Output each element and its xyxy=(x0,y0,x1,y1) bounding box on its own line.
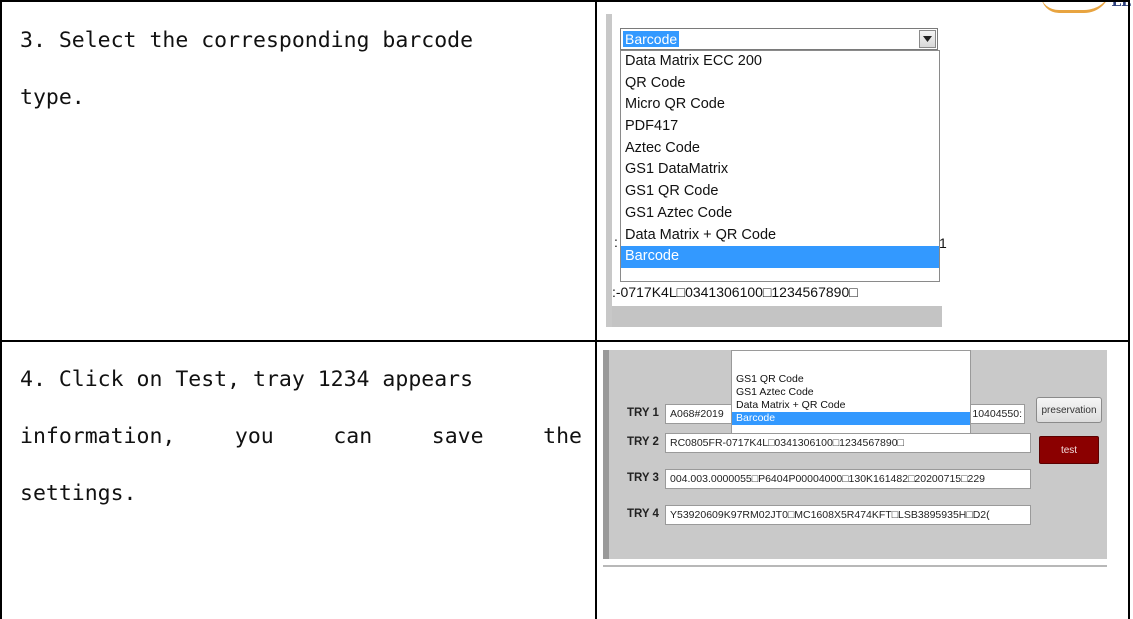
window-edge xyxy=(606,14,612,327)
try-3-field[interactable]: 004.003.0000055□P6404P00004000□130K16148… xyxy=(665,469,1031,489)
try-1-value: A068#2019 xyxy=(670,408,724,420)
try-1-label: TRY 1 xyxy=(627,407,659,419)
list-item[interactable]: GS1 QR Code xyxy=(621,181,939,203)
list-item[interactable]: PDF417 xyxy=(621,116,939,138)
try-1-value-right: 10404550: xyxy=(972,408,1022,420)
combobox-value: Barcode xyxy=(623,31,680,47)
chevron-down-icon[interactable] xyxy=(919,30,936,48)
list-item[interactable]: GS1 Aztec Code xyxy=(621,203,939,225)
barcode-type-combobox[interactable]: Barcode xyxy=(620,28,938,50)
decoded-result-text: :-0717K4L□0341306100□1234567890□ xyxy=(612,284,858,300)
try-4-label: TRY 4 xyxy=(627,508,659,520)
list-item-selected[interactable]: Barcode xyxy=(732,412,970,425)
list-item[interactable]: Aztec Code xyxy=(621,138,939,160)
step-3-line-1: 3. Select the corresponding barcode xyxy=(20,28,474,53)
step-4-instruction: 4. Click on Test, tray 1234 appears info… xyxy=(20,351,592,522)
list-item-selected[interactable]: Barcode xyxy=(621,246,939,268)
try-4-field[interactable]: Y53920609K97RM02JT0□MC1608X5R474KFT□LSB3… xyxy=(665,505,1031,525)
justified-word: you xyxy=(234,424,274,449)
table-column-divider xyxy=(595,0,597,619)
list-item[interactable]: QR Code xyxy=(621,73,939,95)
preservation-button[interactable]: preservation xyxy=(1036,397,1102,423)
list-item[interactable]: Data Matrix + QR Code xyxy=(621,225,939,247)
step-3-instruction: 3. Select the corresponding barcode type… xyxy=(20,12,592,126)
step-3-line-2: type. xyxy=(20,85,85,110)
step-4-line-1: 4. Click on Test, tray 1234 appears xyxy=(20,367,474,392)
table-border-top xyxy=(0,0,1130,2)
table-border-right xyxy=(1128,0,1130,619)
barcode-type-listbox[interactable]: GS1 QR Code GS1 Aztec Code Data Matrix +… xyxy=(731,350,971,434)
list-item[interactable]: Data Matrix + QR Code xyxy=(732,399,970,412)
barcode-dropdown-screenshot: : 1 Barcode Data Matrix ECC 200 QR Code … xyxy=(606,14,947,327)
list-item[interactable]: Micro QR Code xyxy=(621,94,939,116)
justified-word: save xyxy=(431,424,484,449)
test-button[interactable]: test xyxy=(1039,436,1099,464)
barcode-type-listbox[interactable]: Data Matrix ECC 200 QR Code Micro QR Cod… xyxy=(620,50,940,282)
step-4-line-2: information, you can save the xyxy=(20,408,582,465)
try-results-screenshot: TRY 1 A068#2019 10404550: TRY 2 RC0805FR… xyxy=(603,350,1107,559)
list-item[interactable]: Data Matrix ECC 200 xyxy=(621,51,939,73)
try-2-field[interactable]: RC0805FR-0717K4L□0341306100□1234567890□ xyxy=(665,433,1031,453)
step-4-line-3: settings. xyxy=(20,481,137,506)
window-bottom-strip xyxy=(612,306,942,327)
list-item[interactable]: GS1 DataMatrix xyxy=(621,159,939,181)
list-item[interactable]: GS1 Aztec Code xyxy=(732,386,970,399)
justified-word: can xyxy=(333,424,373,449)
justified-word: the xyxy=(543,424,582,449)
window-edge xyxy=(603,350,609,559)
hidden-field-text-right: 1 xyxy=(939,235,947,251)
table-row-divider xyxy=(0,340,1130,342)
screenshot-bottom-line xyxy=(603,565,1107,567)
list-item[interactable]: GS1 QR Code xyxy=(732,373,970,386)
try-3-label: TRY 3 xyxy=(627,472,659,484)
try-2-label: TRY 2 xyxy=(627,436,659,448)
table-border-left xyxy=(0,0,2,619)
justified-word: information, xyxy=(20,424,176,449)
hidden-field-text-left: : xyxy=(614,234,618,250)
